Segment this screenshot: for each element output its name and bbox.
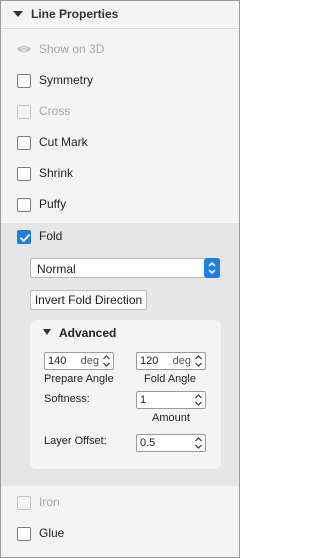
glue-row[interactable]: Glue <box>1 520 239 548</box>
symmetry-label: Symmetry <box>39 73 93 87</box>
softness-label: Softness: <box>44 393 90 405</box>
advanced-collapse-triangle-icon[interactable] <box>43 329 51 335</box>
fold-angle-unit: deg <box>172 355 191 367</box>
cut-mark-row[interactable]: Cut Mark <box>1 129 239 157</box>
advanced-panel: Advanced 140 deg Prepare Angle 120 deg F… <box>30 320 221 469</box>
fold-type-value: Normal <box>37 262 76 276</box>
softness-field[interactable]: 1 <box>136 391 206 409</box>
cut-mark-checkbox[interactable] <box>17 136 31 150</box>
up-down-chevrons-icon[interactable] <box>194 393 203 410</box>
puffy-checkbox[interactable] <box>17 198 31 212</box>
shrink-checkbox[interactable] <box>17 167 31 181</box>
show-on-3d-row: Show on 3D <box>1 36 239 64</box>
prepare-angle-unit: deg <box>80 355 99 367</box>
layer-offset-label: Layer Offset: <box>44 435 107 447</box>
collapse-triangle-icon[interactable] <box>13 11 23 17</box>
line-properties-panel: Line Properties Show on 3D Symmetry Cros… <box>0 0 240 558</box>
iron-row: Iron <box>1 489 239 517</box>
fold-type-select[interactable]: Normal <box>30 258 220 278</box>
shrink-label: Shrink <box>39 166 74 180</box>
up-down-chevrons-icon[interactable] <box>102 354 111 371</box>
fold-angle-label: Fold Angle <box>144 373 196 385</box>
prepare-angle-field[interactable]: 140 deg <box>44 352 114 370</box>
layer-offset-field[interactable]: 0.5 <box>136 434 206 452</box>
iron-checkbox <box>17 496 31 510</box>
panel-header[interactable]: Line Properties <box>1 1 239 29</box>
cross-label: Cross <box>39 104 71 118</box>
fold-row[interactable]: Fold <box>1 223 239 251</box>
checkmark-icon <box>20 234 30 242</box>
cut-mark-label: Cut Mark <box>39 135 88 149</box>
amount-label: Amount <box>152 412 190 424</box>
puffy-label: Puffy <box>39 197 67 211</box>
fold-checkbox[interactable] <box>17 230 31 244</box>
shrink-row[interactable]: Shrink <box>1 160 239 188</box>
layer-offset-value: 0.5 <box>140 437 156 449</box>
glue-checkbox[interactable] <box>17 527 31 541</box>
iron-label: Iron <box>39 495 60 509</box>
panel-title: Line Properties <box>31 7 119 21</box>
invert-fold-direction-button[interactable]: Invert Fold Direction <box>30 290 147 310</box>
prepare-angle-label: Prepare Angle <box>44 373 114 385</box>
symmetry-checkbox[interactable] <box>17 74 31 88</box>
glue-label: Glue <box>39 526 65 540</box>
eye-icon <box>16 43 32 58</box>
up-down-chevrons-icon[interactable] <box>194 436 203 453</box>
cross-row: Cross <box>1 98 239 126</box>
up-down-chevrons-icon[interactable] <box>194 354 203 371</box>
up-down-arrows-icon[interactable] <box>204 258 220 278</box>
softness-value: 1 <box>140 394 147 406</box>
fold-angle-value: 120 <box>140 355 159 367</box>
fold-label: Fold <box>39 229 63 243</box>
puffy-row[interactable]: Puffy <box>1 191 239 219</box>
cross-checkbox <box>17 105 31 119</box>
advanced-title: Advanced <box>59 326 117 340</box>
prepare-angle-value: 140 <box>48 355 67 367</box>
symmetry-row[interactable]: Symmetry <box>1 67 239 95</box>
fold-angle-field[interactable]: 120 deg <box>136 352 206 370</box>
show-on-3d-label: Show on 3D <box>39 42 105 56</box>
